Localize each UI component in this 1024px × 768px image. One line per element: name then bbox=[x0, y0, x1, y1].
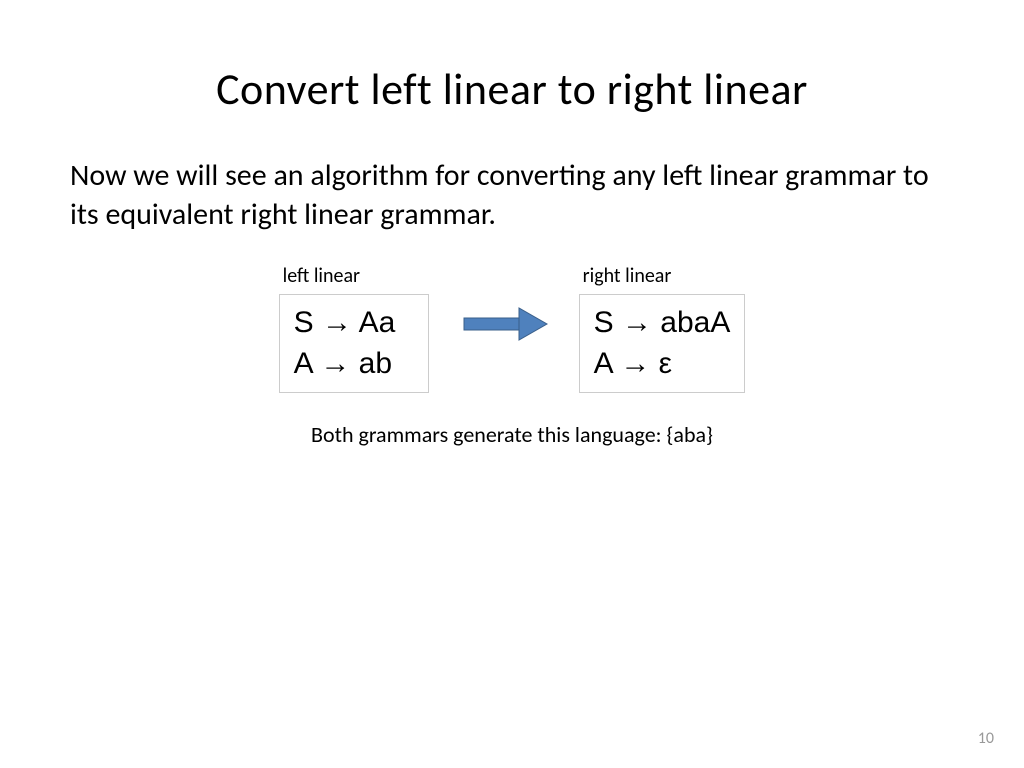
arrow-right-icon bbox=[459, 304, 549, 344]
page-number: 10 bbox=[978, 729, 994, 748]
left-grammar-box: S → Aa A → ab bbox=[279, 294, 429, 393]
left-grammar-rule-1: S → Aa bbox=[294, 303, 414, 344]
right-grammar-rule-2: A → ε bbox=[594, 344, 731, 385]
left-grammar-label: left linear bbox=[279, 264, 429, 288]
caption-text: Both grammars generate this language: {a… bbox=[0, 421, 1024, 448]
right-grammar-label: right linear bbox=[579, 264, 746, 288]
body-paragraph: Now we will see an algorithm for convert… bbox=[0, 116, 1024, 234]
right-grammar-box: S → abaA A → ε bbox=[579, 294, 746, 393]
right-grammar-block: right linear S → abaA A → ε bbox=[579, 264, 746, 393]
arrow-container bbox=[459, 304, 549, 344]
grammar-diagram: left linear S → Aa A → ab right linear S… bbox=[0, 264, 1024, 393]
left-grammar-rule-2: A → ab bbox=[294, 344, 414, 385]
slide-title: Convert left linear to right linear bbox=[0, 0, 1024, 116]
left-grammar-block: left linear S → Aa A → ab bbox=[279, 264, 429, 393]
right-grammar-rule-1: S → abaA bbox=[594, 303, 731, 344]
